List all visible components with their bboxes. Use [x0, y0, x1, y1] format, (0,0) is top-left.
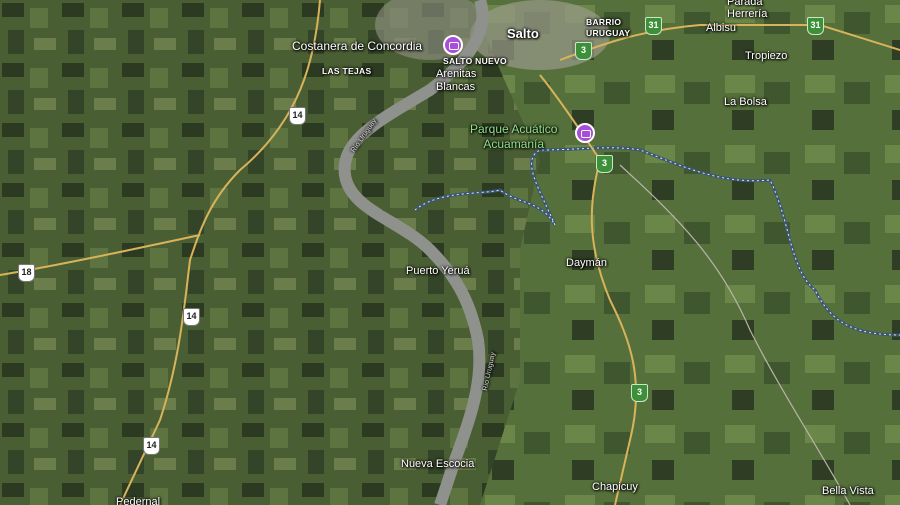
place-puerto-yerua[interactable]: Puerto Yeruá — [406, 265, 470, 277]
place-chapicuy[interactable]: Chapicuy — [592, 481, 638, 493]
camera-pin-icon[interactable] — [443, 35, 463, 55]
route-shield-14: 14 — [289, 107, 306, 125]
route-shield-3: 3 — [575, 42, 592, 60]
poi-costanera-de-concordia[interactable]: Costanera de Concordia — [292, 39, 422, 53]
place-parada-herreria[interactable]: Parada Herrería — [727, 0, 767, 20]
place-bella-vista[interactable]: Bella Vista — [822, 485, 874, 497]
place-arenitas-blancas[interactable]: Arenitas Blancas — [436, 68, 476, 94]
place-nueva-escocia[interactable]: Nueva Escocia — [401, 458, 474, 470]
place-albisu[interactable]: Albisu — [706, 22, 736, 34]
place-la-bolsa[interactable]: La Bolsa — [724, 96, 767, 108]
attraction-pin-icon[interactable] — [575, 123, 595, 143]
place-pedernal[interactable]: Pedernal — [116, 496, 160, 505]
place-dayman[interactable]: Daymán — [566, 257, 607, 269]
place-las-tejas[interactable]: LAS TEJAS — [322, 66, 371, 76]
place-barrio-uruguay[interactable]: BARRIO URUGUAY — [586, 17, 630, 39]
route-shield-31: 31 — [645, 17, 662, 35]
place-salto-nuevo[interactable]: SALTO NUEVO — [443, 56, 507, 66]
place-salto[interactable]: Salto — [507, 26, 539, 41]
map-canvas[interactable]: Parada Herrería Salto BARRIO URUGUAY Alb… — [0, 0, 900, 505]
poi-parque-acuatico-acuamania[interactable]: Parque Acuático Acuamanía — [470, 122, 557, 152]
route-shield-18: 18 — [18, 264, 35, 282]
route-shield-14: 14 — [143, 437, 160, 455]
route-shield-3: 3 — [631, 384, 648, 402]
route-shield-31: 31 — [807, 17, 824, 35]
place-tropiezo[interactable]: Tropiezo — [745, 50, 787, 62]
route-shield-14: 14 — [183, 308, 200, 326]
route-shield-3: 3 — [596, 155, 613, 173]
